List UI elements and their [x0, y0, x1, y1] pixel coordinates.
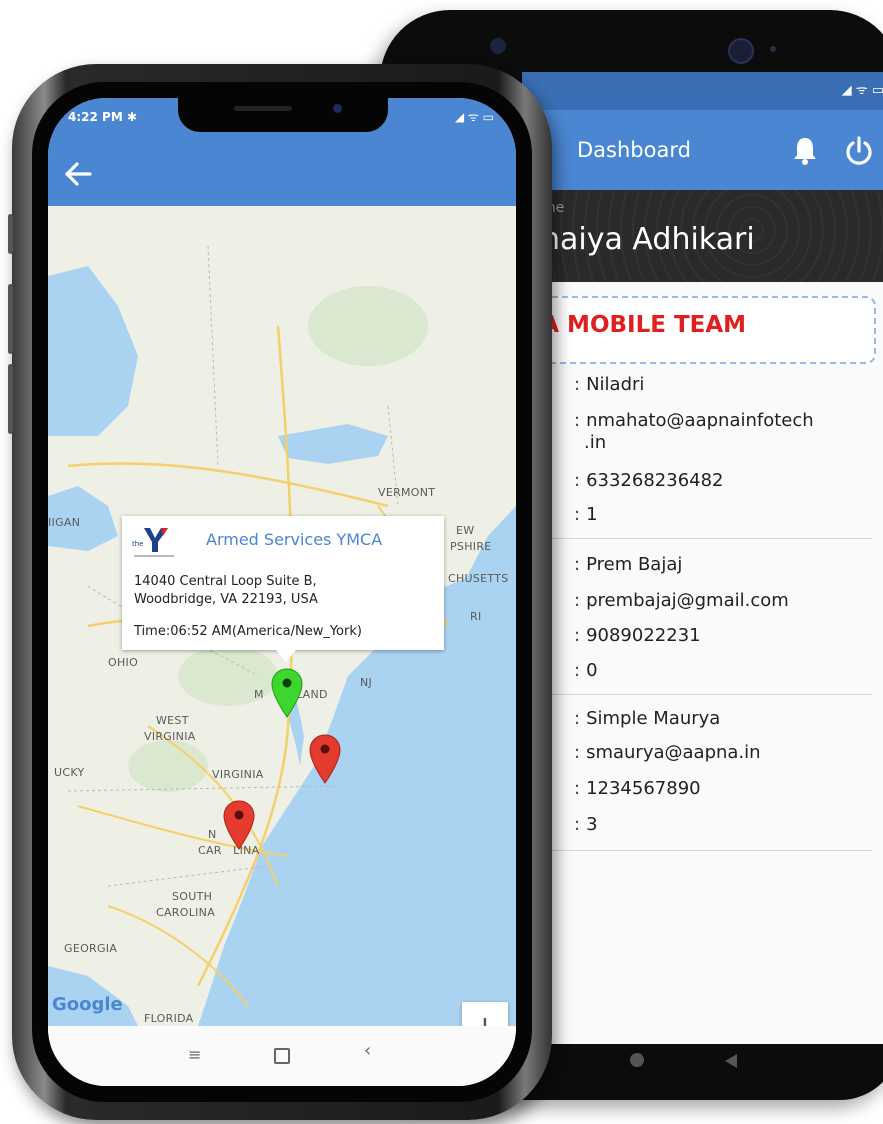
map-label: VERMONT: [378, 486, 436, 499]
ymca-logo: the: [132, 528, 174, 557]
power-icon[interactable]: [844, 136, 874, 166]
member-name: : Simple Maurya: [574, 708, 721, 729]
back-nav-button[interactable]: ‹: [364, 1040, 371, 1061]
map-label: WEST: [156, 714, 189, 727]
bell-icon[interactable]: [792, 136, 818, 166]
status-time: 4:22 PM ✱: [68, 110, 137, 124]
member-email: : prembajaj@gmail.com: [574, 590, 789, 611]
user-name: nhaiya Adhikari: [522, 222, 755, 257]
member-phone: :1234567890: [574, 778, 701, 799]
volume-up-button: [8, 284, 13, 354]
dashboard-screen: ◢ ᯤ ▭ Dashboard lcome nhaiya Adhikari NA…: [522, 72, 883, 1072]
member-points: :1: [574, 504, 598, 525]
speaker-grille: [234, 106, 292, 111]
map-label: UCKY: [54, 766, 85, 779]
map-label: FLORIDA: [144, 1012, 194, 1025]
map-view[interactable]: VERMONT EW PSHIRE CHUSETTS RI IIGAN OHIO…: [48, 206, 516, 1026]
notch: [178, 98, 388, 132]
map-label: RI: [470, 610, 482, 623]
proximity-sensor: [490, 38, 506, 54]
member-points: :0: [574, 660, 598, 681]
home-button[interactable]: [630, 1053, 644, 1067]
divider: [522, 694, 872, 695]
divider: [522, 850, 872, 851]
volume-down-button: [8, 364, 13, 434]
back-button[interactable]: [725, 1054, 737, 1068]
iphone-frame: 4:22 PM ✱ ◢ ᯤ ▭ VERMONT EW PSHIRE CHUSET…: [8, 64, 552, 1120]
map-label: GEORGIA: [64, 942, 118, 955]
member-email: : smaurya@aapna.in: [574, 742, 761, 763]
map-label: IIGAN: [48, 516, 81, 529]
divider: [522, 538, 872, 539]
home-nav-button[interactable]: [274, 1048, 290, 1064]
place-address: 14040 Central Loop Suite B,: [134, 574, 317, 589]
map-label: EW: [456, 524, 475, 537]
place-address: Woodbridge, VA 22193, USA: [134, 592, 318, 607]
front-camera: [333, 104, 342, 113]
map-screen: 4:22 PM ✱ ◢ ᯤ ▭ VERMONT EW PSHIRE CHUSET…: [48, 98, 516, 1086]
sensor-dot: [770, 46, 776, 52]
front-camera: [728, 38, 754, 64]
menu-nav-button[interactable]: ≡: [188, 1045, 201, 1064]
map-label: PSHIRE: [450, 540, 492, 553]
red-marker-icon[interactable]: [308, 734, 342, 784]
map-label: SOUTH: [172, 890, 213, 903]
member-points: :3: [574, 814, 598, 835]
map-label: CHUSETTS: [448, 572, 509, 585]
status-icons: ◢ ᯤ ▭: [454, 110, 494, 124]
status-bar: ◢ ᯤ ▭: [522, 72, 883, 110]
map-label: NJ: [360, 676, 373, 689]
zoom-in-button[interactable]: +: [462, 1002, 508, 1026]
place-time: Time:06:52 AM(America/New_York): [134, 624, 362, 639]
green-marker-icon[interactable]: [270, 668, 304, 718]
map-label: OHIO: [108, 656, 139, 669]
mute-switch: [8, 214, 13, 254]
map-label: VIRGINIA: [144, 730, 196, 743]
back-arrow-icon[interactable]: [62, 158, 94, 190]
red-marker-icon[interactable]: [222, 800, 256, 850]
map-label: CAROLINA: [156, 906, 216, 919]
svg-text:the: the: [132, 540, 144, 548]
member-phone: :9089022231: [574, 625, 701, 646]
team-title: NA MOBILE TEAM: [522, 312, 747, 338]
map-label: M: [254, 688, 264, 701]
place-name: Armed Services YMCA: [206, 530, 383, 549]
member-email: : nmahato@aapnainfotech: [574, 410, 814, 431]
member-phone: :633268236482: [574, 470, 724, 491]
member-email-cont: .in: [584, 432, 607, 453]
google-logo: Google: [52, 994, 123, 1015]
member-name: : Prem Bajaj: [574, 554, 683, 575]
android-nav-bar: [522, 1044, 883, 1084]
page-title: Dashboard: [577, 138, 691, 162]
app-bar: [48, 142, 516, 206]
map-label: VIRGINIA: [212, 768, 264, 781]
zoom-control: + −: [462, 1002, 508, 1026]
status-icons: ◢ ᯤ ▭: [841, 83, 883, 98]
info-window-tail: [276, 650, 296, 662]
member-name: : Niladri: [574, 374, 645, 395]
